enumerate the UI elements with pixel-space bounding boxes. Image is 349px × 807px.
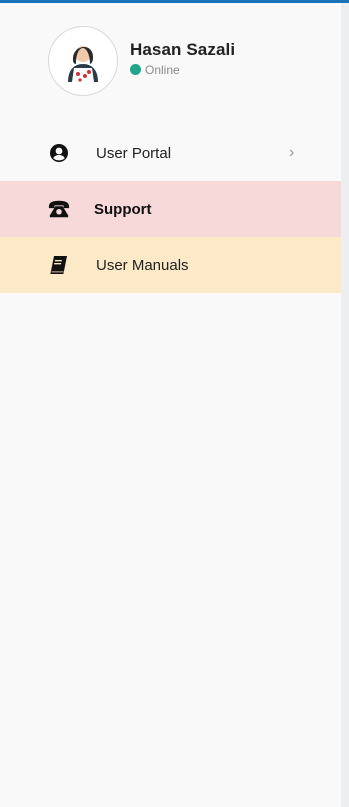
sidebar-item-label: User Portal (96, 144, 172, 162)
sidebar-menu: User Portal › Support User Manuals (0, 125, 341, 293)
user-name: Hasan Sazali (130, 39, 236, 59)
online-status-dot-icon (130, 64, 141, 75)
avatar[interactable] (48, 26, 118, 96)
user-circle-icon (48, 142, 70, 164)
book-icon (48, 254, 70, 276)
content-edge (341, 3, 349, 807)
sidebar-item-label: Support (94, 200, 152, 218)
user-info: Hasan Sazali Online (130, 40, 235, 77)
telephone-icon (48, 198, 70, 220)
sidebar-item-user-manuals[interactable]: User Manuals (0, 237, 341, 293)
sidebar-item-user-portal[interactable]: User Portal › (0, 125, 341, 181)
chevron-right-icon: › (289, 144, 295, 161)
sidebar-item-support[interactable]: Support (0, 181, 341, 237)
sidebar: Hasan Sazali Online User Portal › Suppor… (0, 3, 341, 807)
user-panel: Hasan Sazali Online (48, 26, 235, 96)
sidebar-item-label: User Manuals (96, 256, 189, 274)
status-text: Online (145, 62, 180, 77)
user-avatar-icon (53, 31, 113, 91)
user-status: Online (130, 63, 235, 77)
